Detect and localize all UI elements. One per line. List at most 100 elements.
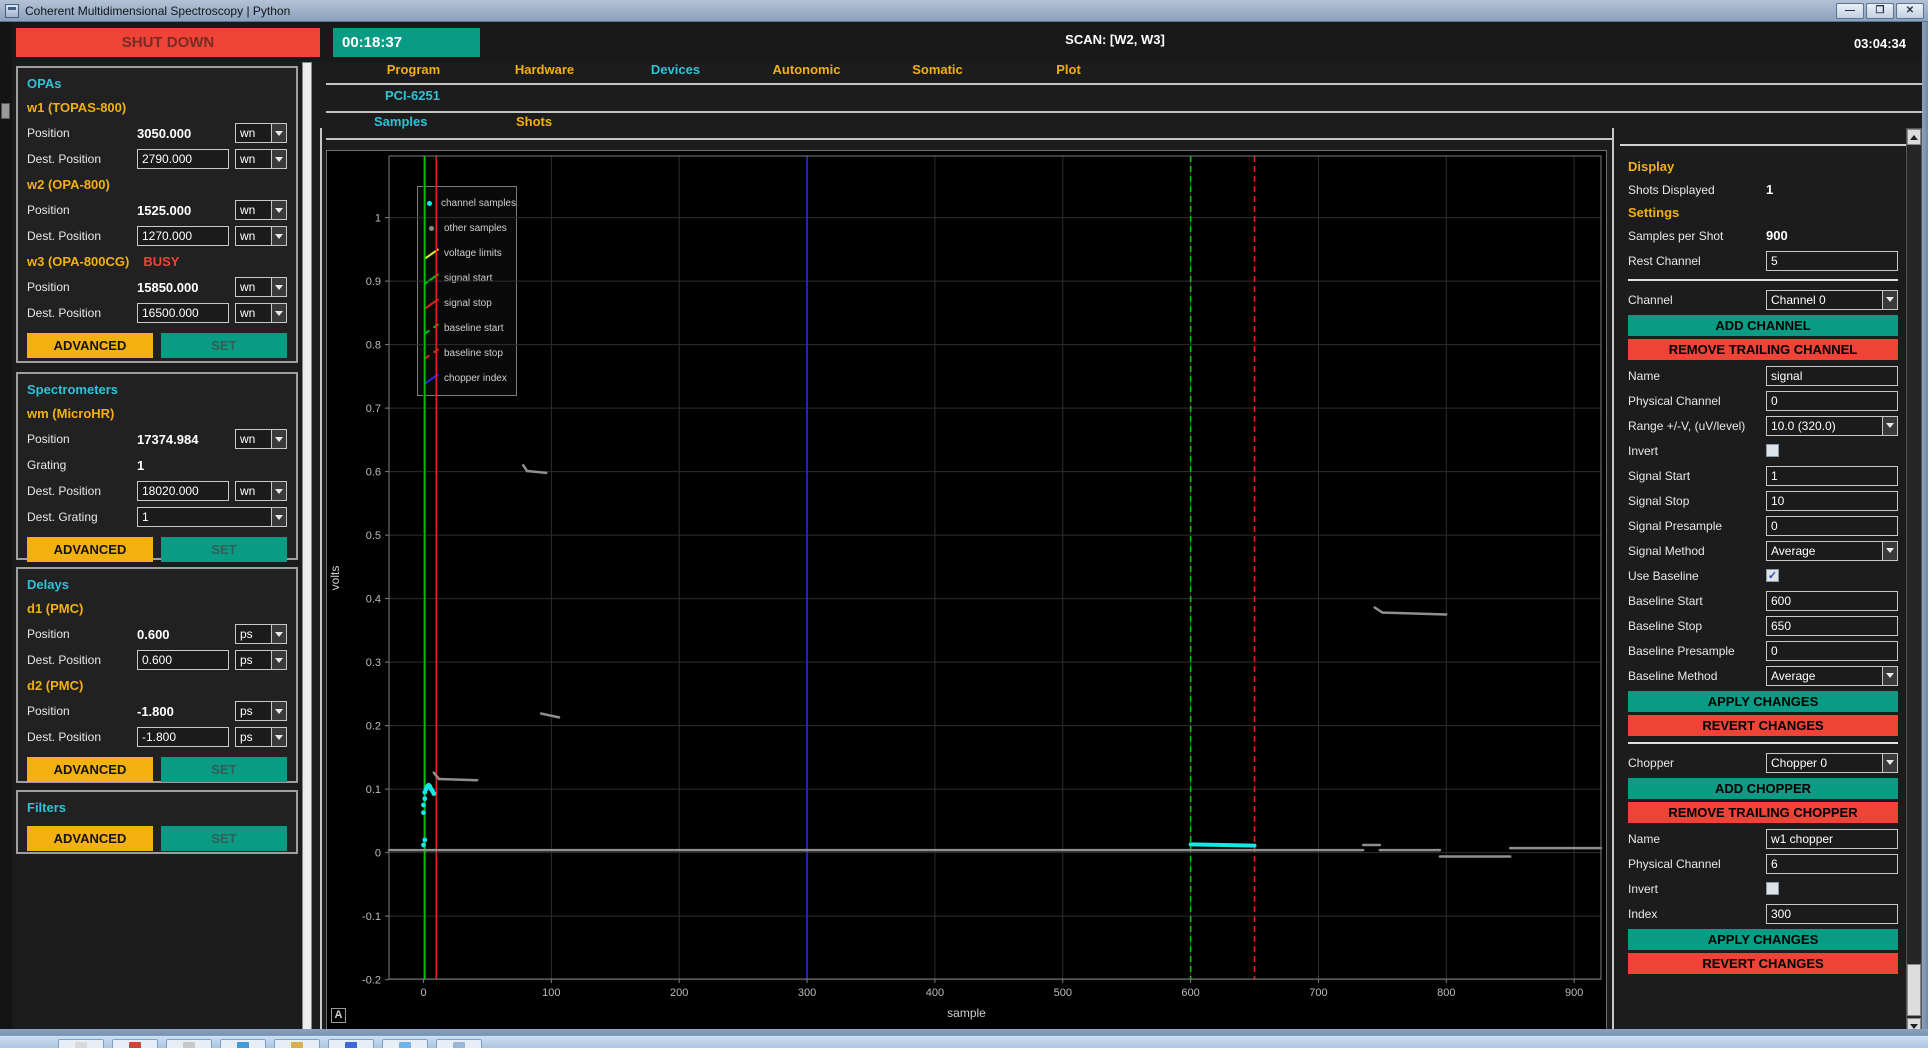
revert-changes-button[interactable]: REVERT CHANGES bbox=[1628, 953, 1898, 974]
chevron-down-icon[interactable] bbox=[1882, 542, 1897, 560]
dest-position-input[interactable]: 1270.000 bbox=[137, 226, 229, 246]
minimize-button[interactable]: — bbox=[1836, 3, 1864, 19]
apply-changes-button[interactable]: APPLY CHANGES bbox=[1628, 929, 1898, 950]
scroll-thumb[interactable] bbox=[1907, 964, 1921, 1016]
chevron-down-icon[interactable] bbox=[271, 702, 286, 720]
channel-select[interactable]: Channel 0 bbox=[1766, 290, 1898, 310]
units-select[interactable]: wn bbox=[235, 481, 287, 501]
range-v-uv-level-select[interactable]: 10.0 (320.0) bbox=[1766, 416, 1898, 436]
tab-pci-6251[interactable]: PCI-6251 bbox=[385, 88, 440, 103]
chevron-down-icon[interactable] bbox=[271, 508, 286, 526]
units-select[interactable]: wn bbox=[235, 429, 287, 449]
dock-handle-icon[interactable] bbox=[1, 103, 10, 119]
remove-trailing-chopper-button[interactable]: REMOVE TRAILING CHOPPER bbox=[1628, 802, 1898, 823]
revert-changes-button[interactable]: REVERT CHANGES bbox=[1628, 715, 1898, 736]
units-select[interactable]: ps bbox=[235, 727, 287, 747]
remove-trailing-channel-button[interactable]: REMOVE TRAILING CHANNEL bbox=[1628, 339, 1898, 360]
taskbar-app-icon[interactable] bbox=[274, 1039, 320, 1048]
chevron-down-icon[interactable] bbox=[1882, 291, 1897, 309]
signal-start-input[interactable]: 1 bbox=[1766, 466, 1898, 486]
advanced-button[interactable]: ADVANCED bbox=[27, 757, 153, 782]
chevron-down-icon[interactable] bbox=[271, 201, 286, 219]
taskbar-app-icon[interactable] bbox=[436, 1039, 482, 1048]
dest-position-input[interactable]: 0.600 bbox=[137, 650, 229, 670]
scroll-up-icon[interactable] bbox=[1907, 129, 1921, 145]
chevron-down-icon[interactable] bbox=[271, 150, 286, 168]
units-select[interactable]: wn bbox=[235, 303, 287, 323]
units-select[interactable]: wn bbox=[235, 149, 287, 169]
units-select[interactable]: wn bbox=[235, 200, 287, 220]
chevron-down-icon[interactable] bbox=[1882, 667, 1897, 685]
samples-plot[interactable]: sample volts A channel samplesother samp… bbox=[326, 150, 1607, 1032]
signal-presample-input[interactable]: 0 bbox=[1766, 516, 1898, 536]
nav-tab-devices[interactable]: Devices bbox=[610, 62, 741, 77]
nav-tab-plot[interactable]: Plot bbox=[1003, 62, 1134, 77]
tab-shots[interactable]: Shots bbox=[516, 114, 552, 129]
nav-tab-program[interactable]: Program bbox=[348, 62, 479, 77]
baseline-stop-input[interactable]: 650 bbox=[1766, 616, 1898, 636]
taskbar-app-icon[interactable] bbox=[328, 1039, 374, 1048]
shutdown-button[interactable]: SHUT DOWN bbox=[16, 28, 320, 57]
signal-method-select[interactable]: Average bbox=[1766, 541, 1898, 561]
chevron-down-icon[interactable] bbox=[1882, 417, 1897, 435]
dest-position-input[interactable]: 2790.000 bbox=[137, 149, 229, 169]
chevron-down-icon[interactable] bbox=[271, 227, 286, 245]
rest-channel-input[interactable]: 5 bbox=[1766, 251, 1898, 271]
chevron-down-icon[interactable] bbox=[1882, 754, 1897, 772]
chevron-down-icon[interactable] bbox=[271, 124, 286, 142]
sidebar-scrollbar[interactable] bbox=[302, 62, 312, 1035]
chevron-down-icon[interactable] bbox=[271, 482, 286, 500]
units-select[interactable]: ps bbox=[235, 701, 287, 721]
units-select[interactable]: ps bbox=[235, 650, 287, 670]
chevron-down-icon[interactable] bbox=[271, 728, 286, 746]
dest-position-input[interactable]: 18020.000 bbox=[137, 481, 229, 501]
maximize-button[interactable]: ❐ bbox=[1866, 3, 1894, 19]
units-select[interactable]: wn bbox=[235, 226, 287, 246]
taskbar-app-icon[interactable] bbox=[166, 1039, 212, 1048]
chevron-down-icon[interactable] bbox=[271, 625, 286, 643]
right-splitter[interactable] bbox=[1612, 128, 1614, 1035]
taskbar-app-icon[interactable] bbox=[382, 1039, 428, 1048]
chevron-down-icon[interactable] bbox=[271, 304, 286, 322]
panel-scrollbar[interactable] bbox=[1906, 128, 1922, 1035]
dest-position-input[interactable]: -1.800 bbox=[137, 727, 229, 747]
advanced-button[interactable]: ADVANCED bbox=[27, 537, 153, 562]
baseline-presample-input[interactable]: 0 bbox=[1766, 641, 1898, 661]
invert-checkbox[interactable] bbox=[1766, 444, 1779, 457]
set-button[interactable]: SET bbox=[161, 826, 287, 851]
baseline-start-input[interactable]: 600 bbox=[1766, 591, 1898, 611]
name-input[interactable]: w1 chopper bbox=[1766, 829, 1898, 849]
advanced-button[interactable]: ADVANCED bbox=[27, 333, 153, 358]
units-select[interactable]: ps bbox=[235, 624, 287, 644]
tab-samples[interactable]: Samples bbox=[374, 114, 427, 129]
nav-tab-somatic[interactable]: Somatic bbox=[872, 62, 1003, 77]
nav-tab-hardware[interactable]: Hardware bbox=[479, 62, 610, 77]
chopper-select[interactable]: Chopper 0 bbox=[1766, 753, 1898, 773]
physical-channel-input[interactable]: 6 bbox=[1766, 854, 1898, 874]
units-select[interactable]: wn bbox=[235, 123, 287, 143]
taskbar-app-icon[interactable] bbox=[220, 1039, 266, 1048]
index-input[interactable]: 300 bbox=[1766, 904, 1898, 924]
nav-tab-autonomic[interactable]: Autonomic bbox=[741, 62, 872, 77]
apply-changes-button[interactable]: APPLY CHANGES bbox=[1628, 691, 1898, 712]
plot-canvas[interactable]: 010020030040050060070080090010.90.80.70.… bbox=[327, 151, 1606, 1031]
chevron-down-icon[interactable] bbox=[271, 430, 286, 448]
close-button[interactable]: ✕ bbox=[1896, 3, 1924, 19]
baseline-method-select[interactable]: Average bbox=[1766, 666, 1898, 686]
advanced-button[interactable]: ADVANCED bbox=[27, 826, 153, 851]
physical-channel-input[interactable]: 0 bbox=[1766, 391, 1898, 411]
taskbar-app-icon[interactable] bbox=[112, 1039, 158, 1048]
chevron-down-icon[interactable] bbox=[271, 651, 286, 669]
use-baseline-checkbox[interactable]: ✓ bbox=[1766, 569, 1779, 582]
dest-position-input[interactable]: 16500.000 bbox=[137, 303, 229, 323]
add-channel-button[interactable]: ADD CHANNEL bbox=[1628, 315, 1898, 336]
signal-stop-input[interactable]: 10 bbox=[1766, 491, 1898, 511]
set-button[interactable]: SET bbox=[161, 537, 287, 562]
chevron-down-icon[interactable] bbox=[271, 278, 286, 296]
units-select[interactable]: wn bbox=[235, 277, 287, 297]
taskbar-app-icon[interactable] bbox=[58, 1039, 104, 1048]
set-button[interactable]: SET bbox=[161, 333, 287, 358]
invert-checkbox[interactable] bbox=[1766, 882, 1779, 895]
set-button[interactable]: SET bbox=[161, 757, 287, 782]
name-input[interactable]: signal bbox=[1766, 366, 1898, 386]
